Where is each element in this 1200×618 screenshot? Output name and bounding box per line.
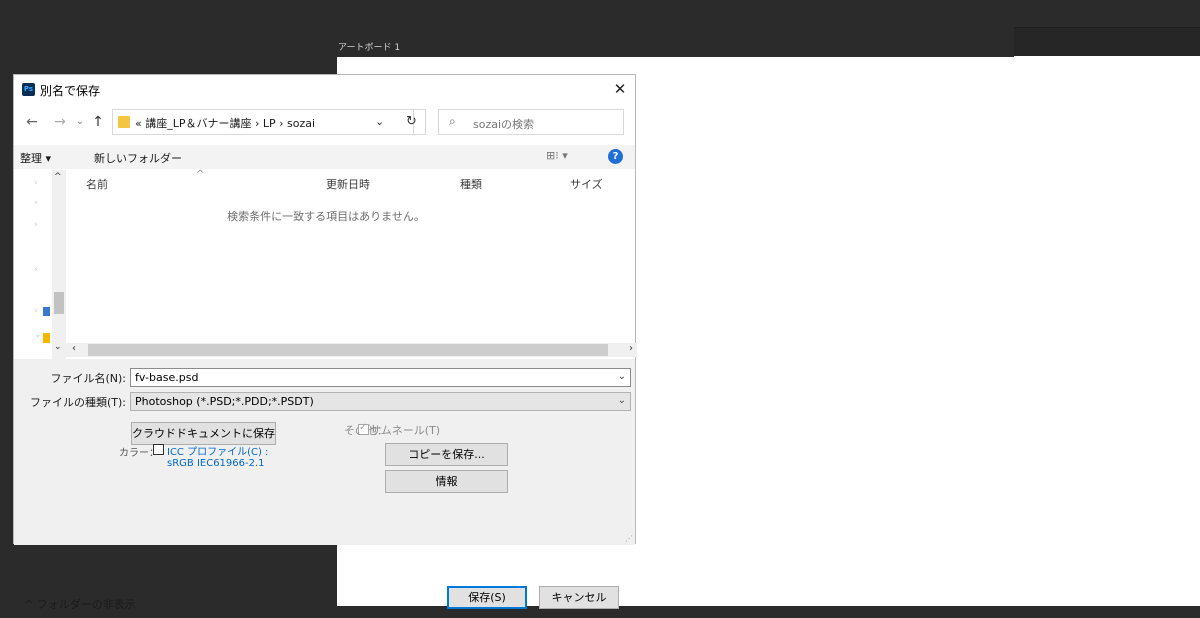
artboard-label[interactable]: アートボード 1 [338, 40, 400, 53]
filename-field[interactable]: fv-base.psd ⌄ [130, 368, 631, 387]
tree-expand-chevron-icon[interactable]: › [34, 220, 38, 230]
filename-label: ファイル名(N): [50, 372, 126, 385]
save-to-cloud-button[interactable]: クラウドドキュメントに保存 [131, 422, 276, 445]
sort-ascending-caret-icon: ^ [196, 169, 205, 180]
filename-value: fv-base.psd [135, 371, 199, 384]
view-options-icon[interactable]: ⊞⁝ ▾ [546, 149, 568, 162]
recent-locations-chevron-icon[interactable]: ⌄ [72, 114, 88, 130]
breadcrumb[interactable]: « 講座_LP＆バナー講座 › LP › sozai [135, 115, 315, 131]
save-copy-button[interactable]: コピーを保存... [385, 443, 508, 466]
desktop-folder-icon[interactable] [43, 307, 50, 316]
horizontal-scrollbar[interactable]: ‹ › [66, 343, 637, 357]
refresh-icon[interactable]: ↻ [398, 109, 426, 135]
tree-expand-chevron-icon[interactable]: › [34, 198, 38, 208]
filetype-label: ファイルの種類(T): [29, 396, 126, 409]
address-dropdown-chevron-icon[interactable]: ⌄ [375, 115, 384, 128]
back-arrow-icon[interactable]: ← [24, 114, 40, 130]
empty-results-message: 検索条件に一致する項目はありません。 [227, 210, 425, 223]
folder-icon[interactable] [43, 333, 50, 343]
filename-dropdown-chevron-icon[interactable]: ⌄ [618, 371, 626, 382]
navigation-scroll-thumb[interactable] [54, 292, 64, 314]
address-bar[interactable]: « 講座_LP＆バナー講座 › LP › sozai ⌄ [112, 109, 414, 135]
tree-expand-chevron-icon[interactable]: › [34, 178, 38, 188]
icc-profile-label[interactable]: ICC プロファイル(C) : [167, 443, 268, 458]
search-placeholder: sozaiの検索 [473, 118, 535, 131]
search-icon: ⌕ [449, 114, 456, 128]
organize-menu[interactable]: 整理 ▾ [20, 150, 51, 166]
cancel-button[interactable]: キャンセル [539, 586, 619, 609]
scroll-down-icon[interactable]: ⌄ [54, 342, 62, 352]
command-bar: 整理 ▾ 新しいフォルダー ⊞⁝ ▾ ? [14, 145, 635, 169]
scroll-right-icon[interactable]: › [629, 343, 633, 354]
dialog-titlebar: Ps 別名で保存 ✕ [14, 75, 635, 103]
navigation-bar: ← → ⌄ ↑ « 講座_LP＆バナー講座 › LP › sozai ⌄ ↻ ⌕… [14, 109, 635, 137]
filetype-value: Photoshop (*.PSD;*.PDD;*.PSDT) [135, 395, 314, 408]
filetype-dropdown-chevron-icon[interactable]: ⌄ [618, 395, 626, 406]
canvas-area-right [1014, 56, 1200, 606]
resize-grip-icon[interactable]: ⋰ [625, 534, 633, 543]
column-header-size[interactable]: サイズ [570, 176, 603, 192]
new-folder-button[interactable]: 新しいフォルダー [94, 150, 182, 166]
scroll-up-icon[interactable]: ^ [54, 172, 62, 182]
tree-expand-chevron-icon[interactable]: › [34, 265, 38, 275]
filetype-select[interactable]: Photoshop (*.PSD;*.PDD;*.PSDT) ⌄ [130, 392, 631, 411]
folder-icon [118, 116, 130, 128]
panel-strip [1014, 28, 1200, 56]
file-list[interactable]: ^ 名前 更新日時 種類 サイズ 検索条件に一致する項目はありません。 [66, 169, 637, 340]
up-arrow-icon[interactable]: ↑ [90, 114, 106, 130]
scroll-left-icon[interactable]: ‹ [72, 343, 76, 354]
thumbnail-checkbox[interactable] [358, 422, 369, 435]
search-input[interactable]: ⌕ sozaiの検索 [438, 109, 624, 135]
column-header-date[interactable]: 更新日時 [326, 176, 370, 192]
column-header-type[interactable]: 種類 [460, 176, 482, 192]
forward-arrow-icon[interactable]: → [52, 114, 68, 130]
tree-expand-chevron-icon[interactable]: › [34, 306, 38, 316]
icc-profile-value: sRGB IEC61966-2.1 [167, 458, 265, 469]
horizontal-scroll-thumb[interactable] [88, 344, 608, 356]
hide-folders-toggle[interactable]: ^ フォルダーの非表示 [24, 596, 136, 612]
tree-collapse-chevron-icon[interactable]: ⌄ [34, 330, 42, 340]
save-button[interactable]: 保存(S) [447, 586, 527, 609]
info-button[interactable]: 情報 [385, 470, 508, 493]
icc-profile-checkbox[interactable] [153, 444, 164, 455]
dialog-title: 別名で保存 [40, 84, 101, 98]
column-header-name[interactable]: 名前 [86, 176, 108, 192]
close-button[interactable]: ✕ [605, 75, 635, 103]
help-icon[interactable]: ? [608, 149, 623, 164]
thumbnail-label: サムネール(T) [370, 424, 441, 437]
save-as-dialog: Ps 別名で保存 ✕ ← → ⌄ ↑ « 講座_LP＆バナー講座 › LP › … [13, 74, 637, 611]
options-bar [1014, 0, 1200, 28]
save-options-panel: ファイル名(N): fv-base.psd ⌄ ファイルの種類(T): Phot… [14, 359, 635, 611]
photoshop-app-icon: Ps [22, 83, 35, 96]
navigation-scrollbar[interactable]: ^ ⌄ [52, 170, 66, 360]
